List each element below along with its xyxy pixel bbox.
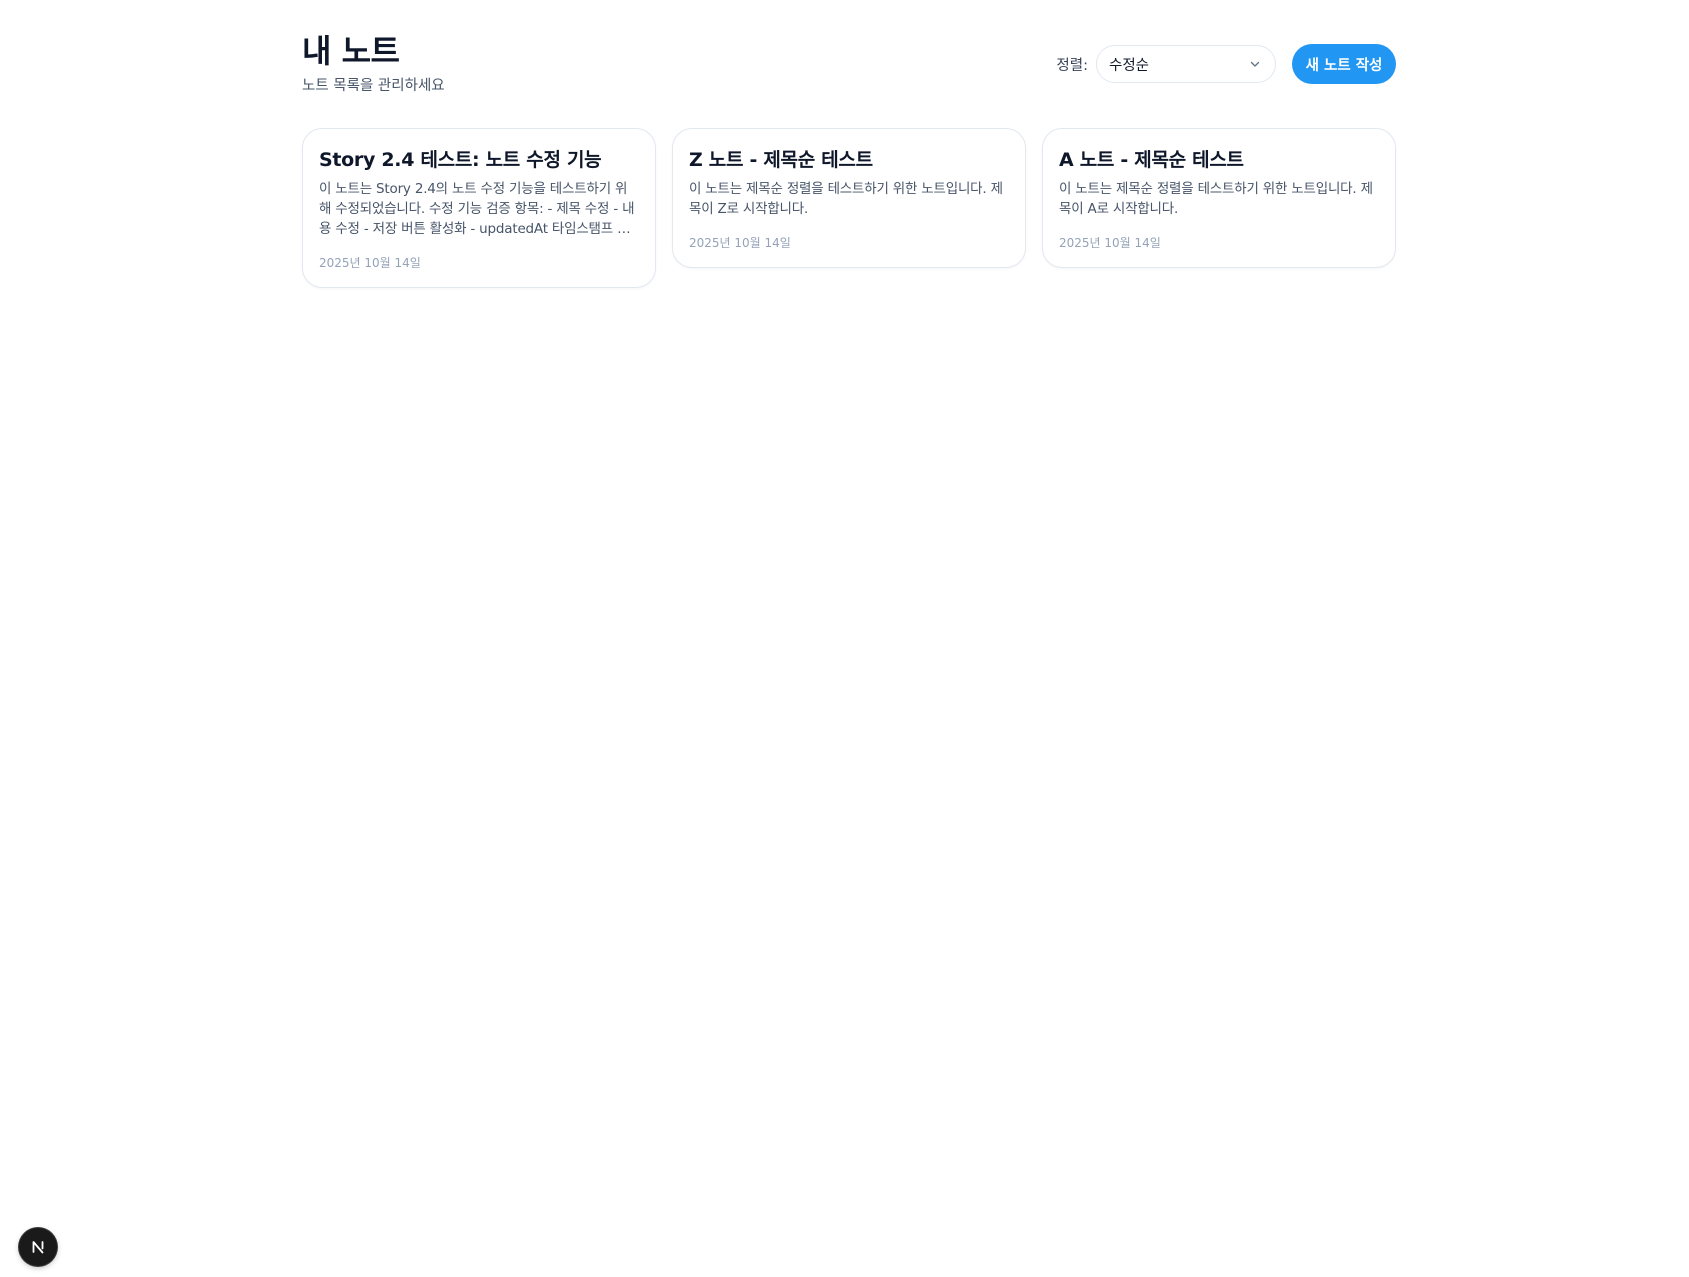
- header-actions: 정렬: 수정순 새 노트 작성: [1056, 44, 1396, 84]
- nextjs-logo-icon: [32, 1241, 44, 1254]
- note-card[interactable]: Z 노트 - 제목순 테스트 이 노트는 제목순 정렬을 테스트하기 위한 노트…: [672, 128, 1026, 268]
- notes-grid: Story 2.4 테스트: 노트 수정 기능 이 노트는 Story 2.4의…: [302, 128, 1396, 288]
- sort-label: 정렬:: [1056, 57, 1088, 74]
- note-card[interactable]: A 노트 - 제목순 테스트 이 노트는 제목순 정렬을 테스트하기 위한 노트…: [1042, 128, 1396, 268]
- note-content: 이 노트는 제목순 정렬을 테스트하기 위한 노트입니다. 제목이 A로 시작합…: [1059, 181, 1373, 217]
- page-title: 내 노트: [302, 32, 400, 70]
- new-note-button[interactable]: 새 노트 작성: [1292, 44, 1396, 84]
- note-title: Story 2.4 테스트: 노트 수정 기능: [319, 149, 602, 171]
- sort-select[interactable]: 수정순: [1096, 45, 1276, 83]
- note-content: 이 노트는 Story 2.4의 노트 수정 기능을 테스트하기 위해 수정되었…: [319, 181, 635, 237]
- note-content: 이 노트는 제목순 정렬을 테스트하기 위한 노트입니다. 제목이 Z로 시작합…: [689, 181, 1003, 217]
- nextjs-dev-indicator[interactable]: [19, 1228, 57, 1266]
- note-title: A 노트 - 제목순 테스트: [1059, 149, 1244, 171]
- note-card[interactable]: Story 2.4 테스트: 노트 수정 기능 이 노트는 Story 2.4의…: [302, 128, 656, 288]
- note-title: Z 노트 - 제목순 테스트: [689, 149, 873, 171]
- note-date: 2025년 10월 14일: [319, 256, 421, 270]
- note-date: 2025년 10월 14일: [689, 236, 791, 250]
- sort-selected-value: 수정순: [1109, 57, 1150, 74]
- chevron-down-icon: [1250, 61, 1260, 67]
- page-subtitle: 노트 목록을 관리하세요: [302, 78, 445, 94]
- page-header: 내 노트 노트 목록을 관리하세요 정렬: 수정순 새 노트 작성: [302, 30, 1396, 100]
- note-date: 2025년 10월 14일: [1059, 236, 1161, 250]
